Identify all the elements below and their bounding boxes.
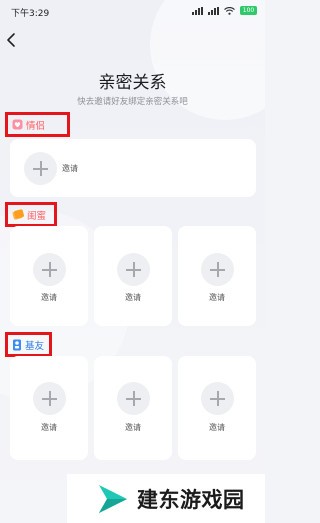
- status-icons: 100: [192, 6, 257, 15]
- battery-icon: 100: [240, 6, 257, 15]
- buddy-invite-button-3[interactable]: [201, 382, 234, 415]
- buddy-invite-button-2[interactable]: [117, 382, 150, 415]
- couple-invite-button[interactable]: [24, 152, 57, 185]
- bestie-invite-label-1[interactable]: 邀请: [10, 292, 88, 303]
- back-button[interactable]: [4, 31, 20, 49]
- buddy-icon: [13, 339, 21, 350]
- section-label-couple: 情侣: [5, 112, 70, 137]
- buddy-slot-1: 邀请: [10, 356, 88, 460]
- signal-icon: [192, 6, 203, 15]
- watermark-logo-icon: [99, 484, 127, 513]
- section-title-couple: 情侣: [26, 120, 46, 132]
- bestie-invite-button-1[interactable]: [33, 253, 66, 286]
- watermark-text: 建东游戏园: [137, 487, 245, 512]
- buddy-invite-label-2[interactable]: 邀请: [94, 422, 172, 433]
- bestie-icon: [12, 209, 24, 220]
- section-label-buddy: 基友: [5, 332, 52, 357]
- section-title-buddy: 基友: [25, 340, 45, 352]
- screen: 下午3:29 100 亲密关系 快去邀请好友绑定亲密关系吧 情侣 邀请 闺蜜 邀…: [0, 0, 265, 523]
- couple-invite-label[interactable]: 邀请: [62, 163, 78, 174]
- status-time: 下午3:29: [11, 9, 50, 19]
- buddy-invite-label-3[interactable]: 邀请: [178, 422, 256, 433]
- heart-icon: [12, 119, 23, 130]
- buddy-slot-3: 邀请: [178, 356, 256, 460]
- bestie-invite-label-2[interactable]: 邀请: [94, 292, 172, 303]
- bestie-invite-label-3[interactable]: 邀请: [178, 292, 256, 303]
- couple-card: 邀请: [10, 139, 256, 197]
- bestie-invite-button-3[interactable]: [201, 253, 234, 286]
- signal-icon-2: [208, 6, 219, 15]
- bestie-slot-2: 邀请: [94, 226, 172, 326]
- watermark: 建东游戏园: [67, 474, 265, 523]
- page-subtitle: 快去邀请好友绑定亲密关系吧: [77, 97, 188, 107]
- buddy-slot-2: 邀请: [94, 356, 172, 460]
- buddy-invite-label-1[interactable]: 邀请: [10, 422, 88, 433]
- section-label-bestie: 闺蜜: [5, 202, 57, 227]
- page-title: 亲密关系: [98, 73, 167, 93]
- wifi-icon: [224, 6, 235, 15]
- bestie-invite-button-2[interactable]: [117, 253, 150, 286]
- buddy-invite-button-1[interactable]: [33, 382, 66, 415]
- section-title-bestie: 闺蜜: [27, 210, 47, 222]
- chevron-left-icon: [7, 33, 15, 47]
- bestie-slot-3: 邀请: [178, 226, 256, 326]
- bestie-slot-1: 邀请: [10, 226, 88, 326]
- status-bar: 下午3:29 100: [0, 0, 265, 22]
